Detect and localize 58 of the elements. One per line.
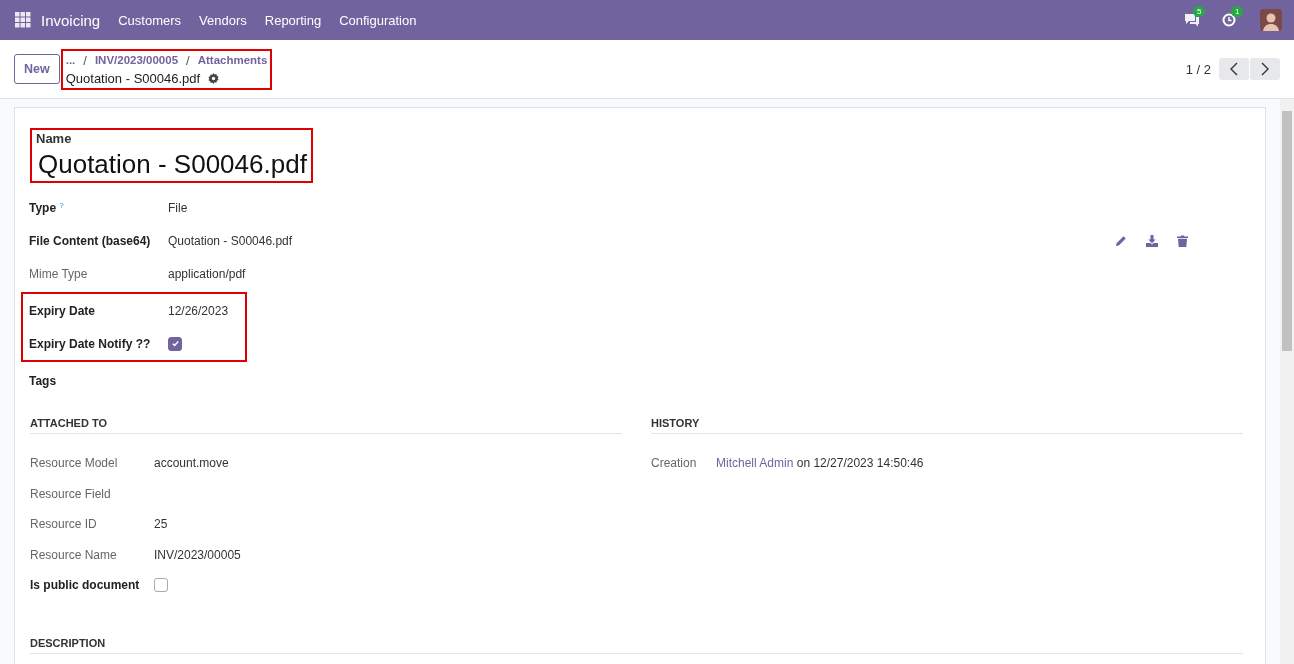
user-link[interactable]: Mitchell Admin [716,456,794,471]
settings-icon[interactable] [208,72,220,84]
check-icon [170,339,180,348]
section-title: HISTORY [651,417,1243,434]
name-field[interactable]: Quotation - S00046.pdf [36,146,307,181]
menu-item[interactable]: Configuration [339,12,417,28]
breadcrumb-link[interactable]: INV/2023/00005 [94,54,179,66]
previous-button[interactable] [1219,58,1249,80]
field-label: Expiry Date [29,303,96,318]
field-value: File [168,200,188,215]
field-label: Creation [651,456,697,471]
field-label: Is public document [30,578,140,593]
field-label: Resource Field [30,486,111,501]
field-value: account.move [154,456,229,471]
trash-icon[interactable] [1177,234,1188,247]
new-button[interactable]: New [14,54,60,84]
section-title: DESCRIPTION [30,636,1243,654]
help-mark[interactable]: ? [59,200,64,210]
field-value: INV/2023/00005 [154,547,241,562]
count-badge: 1 [1231,6,1244,17]
checkbox[interactable] [168,336,182,351]
breadcrumb-separator: / [83,52,87,68]
record-title: Quotation - S00046.pdf [65,70,201,86]
clock-icon[interactable] [1222,13,1236,27]
field-label: File Content (base64) [29,233,151,248]
chevron-right-icon [1260,62,1270,76]
field-label: Resource Name [30,547,117,562]
count-badge: 5 [1193,6,1206,17]
menu-item[interactable]: Customers [118,12,182,28]
section-title: ATTACHED TO [30,417,622,434]
field-label: Name [36,131,73,146]
field-value: Quotation - S00046.pdf [168,233,293,248]
chevron-left-icon [1229,62,1239,76]
pencil-icon[interactable] [1115,234,1127,247]
menu-item[interactable]: Vendors [199,12,247,28]
field-label: Mime Type [29,266,88,281]
pager-value: 1 / 2 [1185,61,1211,77]
app-name[interactable]: Invoicing [41,11,101,29]
menu-item[interactable]: Reporting [264,12,322,28]
avatar-icon[interactable] [1260,9,1282,31]
field-value: application/pdf [168,266,246,281]
field-label: Type [29,200,57,215]
field-label: Expiry Date Notify ?? [29,336,151,351]
download-icon[interactable] [1146,234,1158,247]
breadcrumb-ellipsis[interactable]: ... [65,54,76,66]
creation-date: on 12/27/2023 14:50:46 [796,456,924,471]
breadcrumb-link[interactable]: Attachments [197,54,268,66]
field-value: 12/26/2023 [168,303,229,318]
field-label: Tags [29,373,57,388]
checkbox[interactable] [154,578,168,593]
next-button[interactable] [1250,58,1280,80]
scrollbar[interactable] [1280,99,1294,664]
breadcrumb-separator: / [186,52,190,68]
field-value: 25 [154,517,168,532]
chat-icon[interactable] [1184,13,1200,27]
field-label: Resource Model [30,456,118,471]
field-label: Resource ID [30,517,97,532]
apps-grid-icon[interactable] [15,12,31,28]
